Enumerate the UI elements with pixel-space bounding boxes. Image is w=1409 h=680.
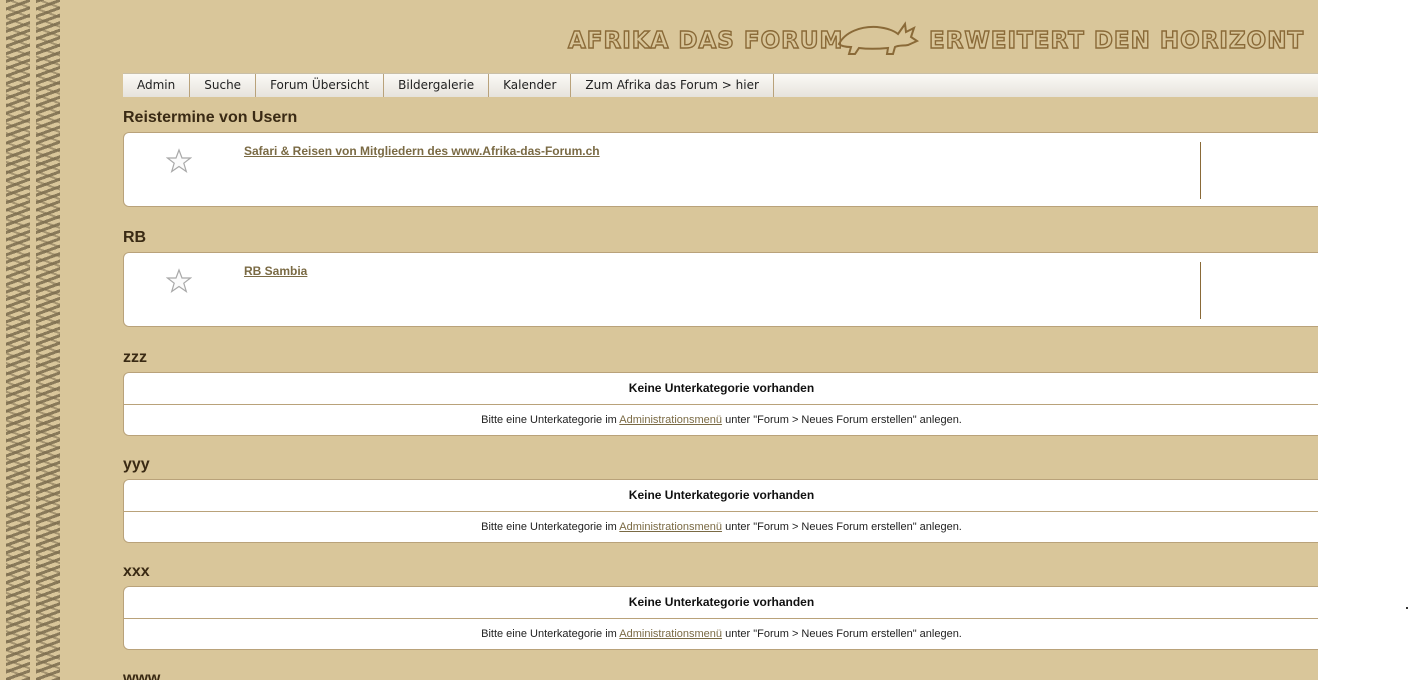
rhino-icon — [837, 21, 920, 55]
hint-suffix: unter "Forum > Neues Forum erstellen" an… — [725, 414, 962, 426]
forum-link[interactable]: Safari & Reisen von Mitgliedern des www.… — [244, 144, 600, 158]
hint-prefix: Bitte eine Unterkategorie im — [481, 521, 617, 533]
column-divider — [1200, 142, 1201, 199]
hint-suffix: unter "Forum > Neues Forum erstellen" an… — [725, 628, 962, 640]
empty-category-box: Keine Unterkategorie vorhanden Bitte ein… — [123, 479, 1318, 543]
star-icon — [166, 268, 192, 293]
forum-row: Safari & Reisen von Mitgliedern des www.… — [123, 132, 1318, 207]
banner-slogan: ERWEITERT DEN HORIZONT — [928, 27, 1305, 54]
empty-category-hint: Bitte eine Unterkategorie im Administrat… — [124, 405, 1318, 436]
category-title[interactable]: Reistermine von Usern — [123, 109, 297, 127]
tire-track-decoration — [0, 0, 82, 680]
hint-suffix: unter "Forum > Neues Forum erstellen" an… — [725, 521, 962, 533]
nav-calendar[interactable]: Kalender — [489, 74, 572, 97]
empty-category-box: Keine Unterkategorie vorhanden Bitte ein… — [123, 586, 1318, 650]
page-background: AFRIKA DAS FORUM ERWEITERT DEN HORIZONT … — [0, 0, 1318, 680]
nav-external-forum[interactable]: Zum Afrika das Forum > hier — [571, 74, 774, 97]
banner-title: AFRIKA DAS FORUM — [567, 27, 844, 54]
forum-row: RB Sambia — [123, 252, 1318, 327]
main-navigation: Admin Suche Forum Übersicht Bildergaleri… — [123, 73, 1318, 97]
category-title[interactable]: yyy — [123, 456, 150, 474]
empty-category-box: Keine Unterkategorie vorhanden Bitte ein… — [123, 372, 1318, 436]
nav-search[interactable]: Suche — [190, 74, 257, 97]
empty-category-hint: Bitte eine Unterkategorie im Administrat… — [124, 619, 1318, 650]
empty-category-heading: Keine Unterkategorie vorhanden — [124, 480, 1318, 512]
nav-admin[interactable]: Admin — [123, 74, 191, 97]
star-icon — [166, 148, 192, 173]
page-edge-mark — [1406, 607, 1408, 609]
category-title[interactable]: zzz — [123, 349, 147, 367]
admin-menu-link[interactable]: Administrationsmenü — [619, 521, 722, 533]
forum-link[interactable]: RB Sambia — [244, 264, 307, 278]
category-title[interactable]: xxx — [123, 563, 150, 581]
nav-gallery[interactable]: Bildergalerie — [384, 74, 490, 97]
empty-category-heading: Keine Unterkategorie vorhanden — [124, 587, 1318, 619]
nav-forum-overview[interactable]: Forum Übersicht — [256, 74, 385, 97]
empty-category-heading: Keine Unterkategorie vorhanden — [124, 373, 1318, 405]
hint-prefix: Bitte eine Unterkategorie im — [481, 628, 617, 640]
empty-category-hint: Bitte eine Unterkategorie im Administrat… — [124, 512, 1318, 543]
category-title[interactable]: www — [123, 670, 160, 680]
forum-banner[interactable]: AFRIKA DAS FORUM ERWEITERT DEN HORIZONT — [565, 14, 1304, 62]
category-title[interactable]: RB — [123, 229, 146, 247]
hint-prefix: Bitte eine Unterkategorie im — [481, 414, 617, 426]
column-divider — [1200, 262, 1201, 319]
admin-menu-link[interactable]: Administrationsmenü — [619, 414, 722, 426]
admin-menu-link[interactable]: Administrationsmenü — [619, 628, 722, 640]
